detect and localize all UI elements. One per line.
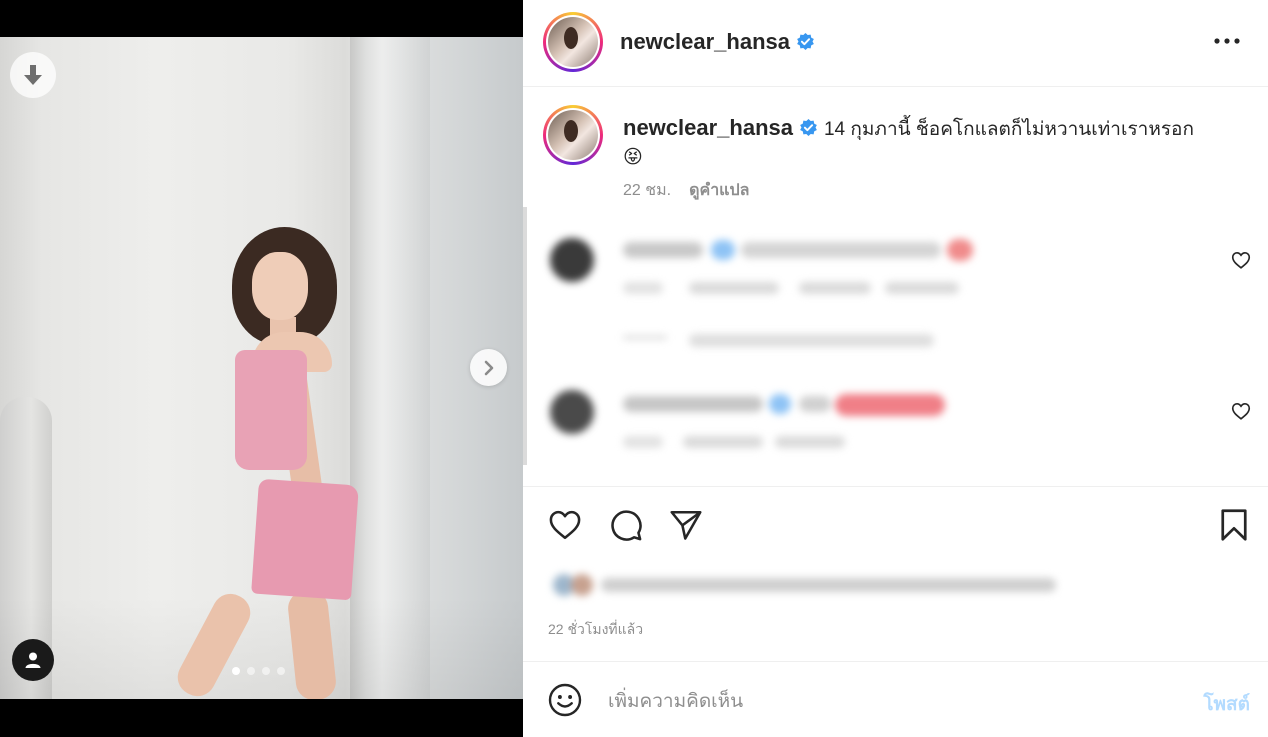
user-icon [25,652,41,668]
smiley-icon[interactable] [547,682,583,718]
add-comment-bar: โพสต์ [523,662,1268,737]
heart-icon [549,510,581,540]
divider [523,486,1268,487]
post-media [0,0,523,737]
author-username-link[interactable]: newclear_hansa [620,29,815,55]
caption-username[interactable]: newclear_hansa [623,115,793,140]
comment-input[interactable] [608,687,1168,717]
caption-text: 14 กุมภานี้ ช็อคโกแลตก็ไม่หวานเท่าเราหรอ… [823,119,1194,140]
liked-by-summary[interactable] [549,572,1059,598]
action-bar [523,505,1268,549]
post-comment-button[interactable]: โพสต์ [1203,689,1250,719]
like-comment-heart-icon[interactable] [1230,249,1252,271]
avatar [548,110,598,160]
arrow-down-icon [24,65,42,85]
paper-plane-icon [670,510,702,540]
download-button[interactable] [10,52,56,98]
more-horizontal-icon [1214,38,1240,44]
avatar [548,17,598,67]
caption-meta: 22 ชม. ดูคำแปล [623,178,749,203]
photo-subject [171,222,370,699]
slide-dot [232,667,240,675]
comment-icon [611,510,642,541]
chevron-right-icon [484,360,493,375]
post-header: newclear_hansa [523,0,1268,87]
post-details-panel: newclear_hansa newclear_hansa 14 กุมภานี… [523,0,1268,737]
like-comment-heart-icon[interactable] [1230,400,1252,422]
slide-dot [262,667,270,675]
caption-emoji: 😝 [623,147,643,168]
post-timestamp[interactable]: 22 ชั่วโมงที่แล้ว [548,619,643,641]
verified-badge-icon [800,118,817,137]
username-text: newclear_hansa [620,29,790,54]
save-button[interactable] [1214,505,1254,545]
author-avatar[interactable] [543,12,603,72]
slide-dot [247,667,255,675]
caption-author-avatar[interactable] [543,105,603,165]
see-translation-button[interactable]: ดูคำแปล [689,178,749,203]
bookmark-icon [1221,509,1247,541]
like-button[interactable] [545,505,585,545]
verified-badge-icon [797,32,814,51]
post-age[interactable]: 22 ชม. [623,178,671,203]
slide-dot [277,667,285,675]
post-photo[interactable] [0,37,523,699]
next-slide-button[interactable] [470,349,507,386]
more-options-button[interactable] [1210,28,1244,54]
caption: newclear_hansa 14 กุมภานี้ ช็อคโกแลตก็ไม… [623,114,1223,172]
tagged-users-button[interactable] [12,639,54,681]
slide-indicator [232,667,285,675]
share-button[interactable] [666,505,706,545]
comment-button[interactable] [606,505,646,545]
